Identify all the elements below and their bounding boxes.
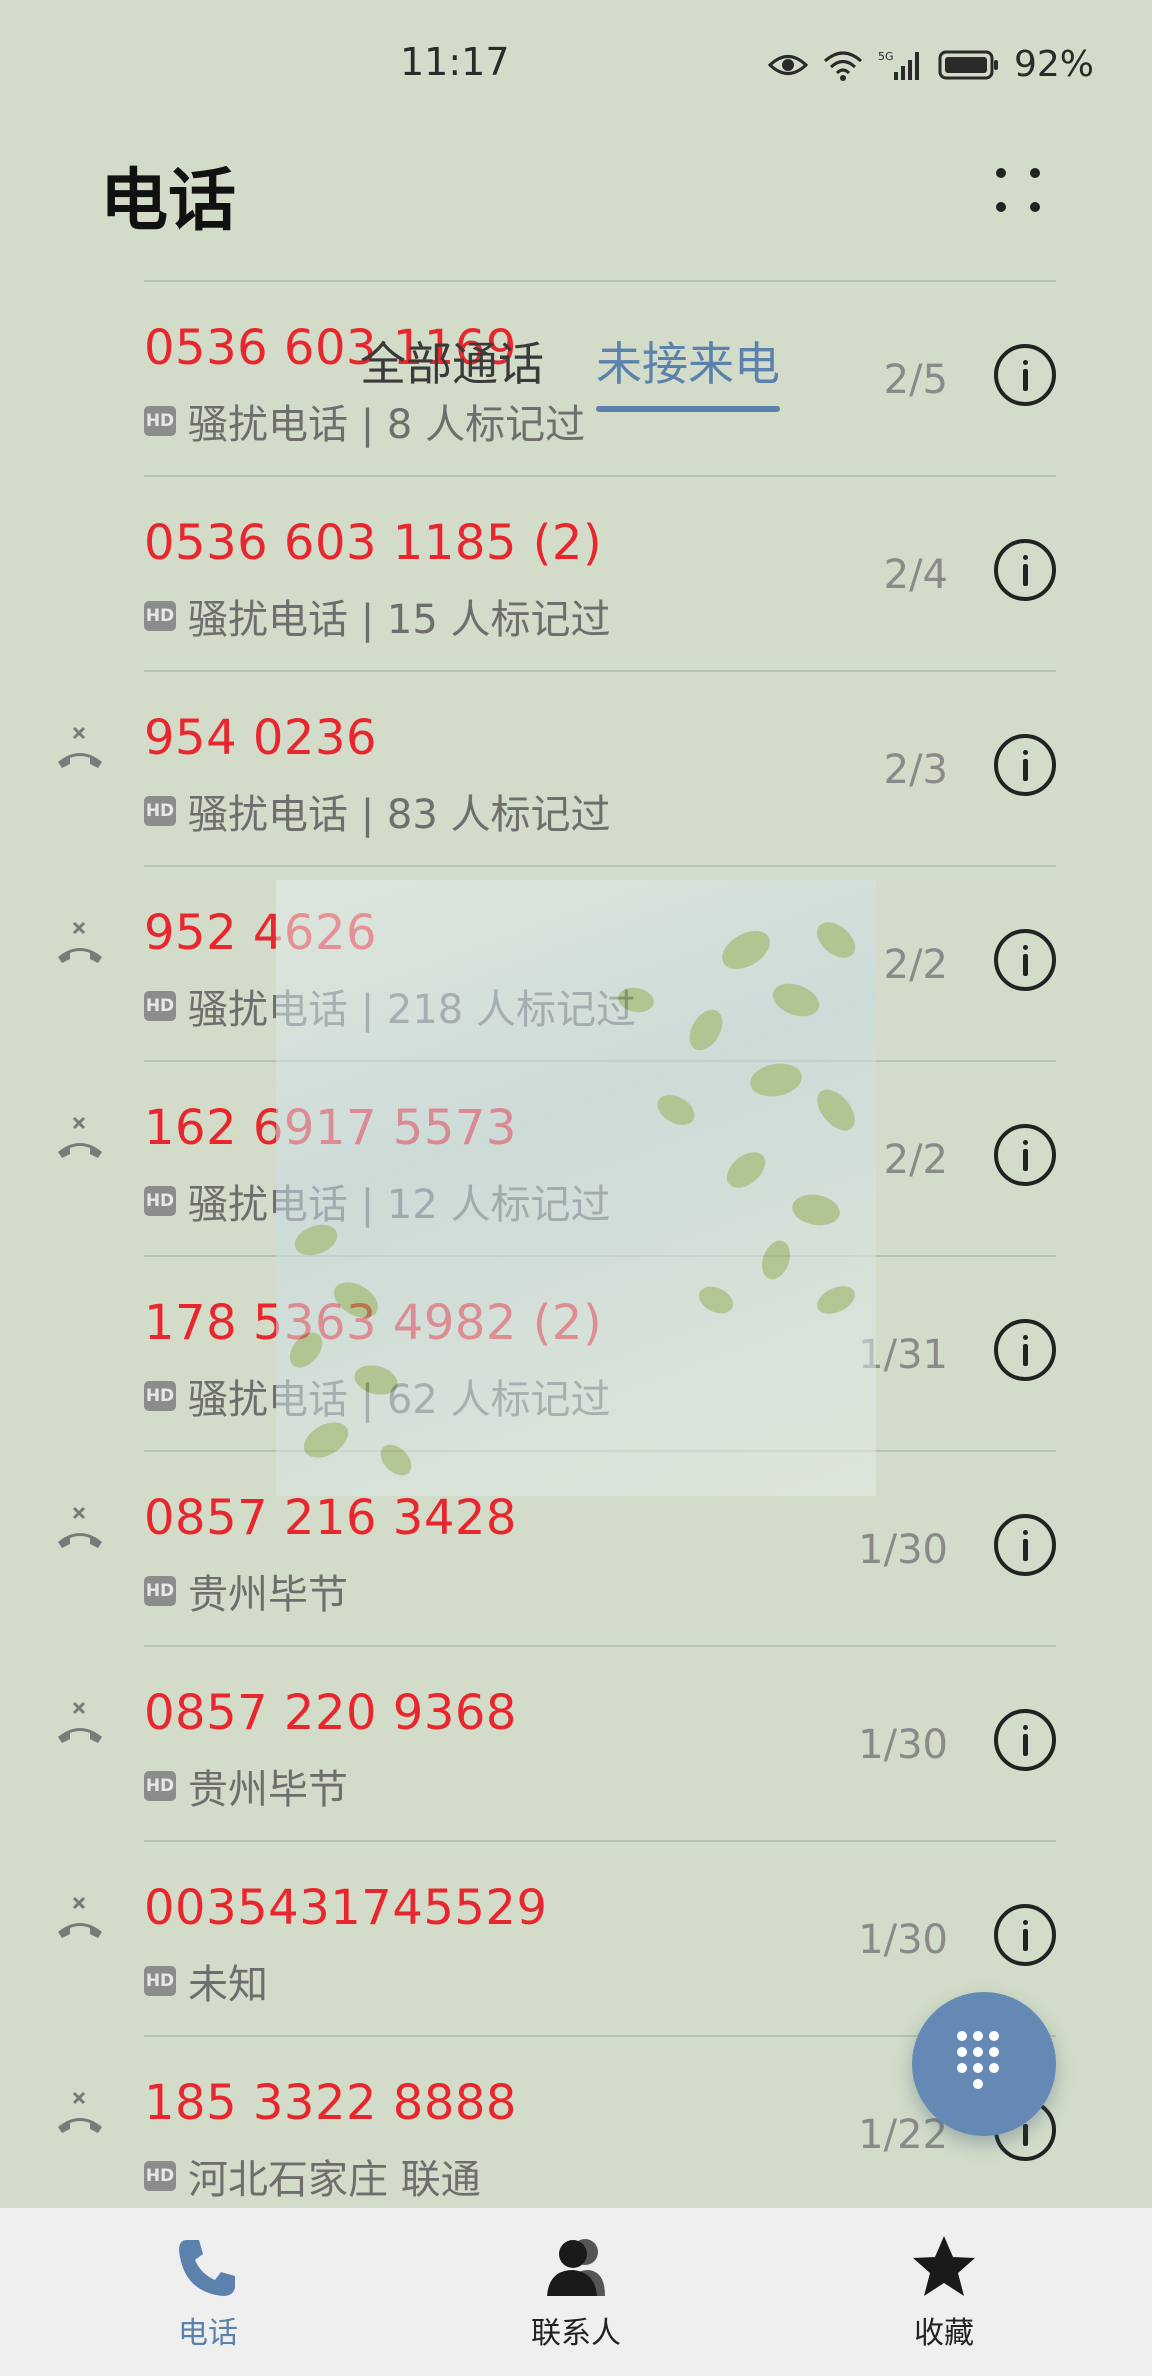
call-label: 骚扰电话 | 15 人标记过 [188,597,611,643]
status-bar: 11:17 5G 92% [0,0,1152,130]
call-row[interactable]: 0035431745529 HD 未知 1/30 [58,1840,1056,2035]
star-icon [913,2236,975,2296]
info-icon[interactable] [994,344,1056,406]
bottom-navigation: 电话 联系人 收藏 [0,2208,1152,2376]
tab-missed-calls[interactable]: 未接来电 [596,328,780,412]
hd-badge: HD [144,1186,176,1216]
info-icon[interactable] [994,539,1056,601]
contacts-icon [547,2239,605,2296]
phone-icon [179,2240,235,2296]
call-date: 1/22 [858,2112,948,2158]
call-date: 1/30 [858,1722,948,1768]
dialpad-dot [973,2079,983,2089]
hd-badge: HD [144,2161,176,2191]
nav-favorites-label: 收藏 [914,2316,974,2351]
call-detail: HD 河北石家庄 联通 [144,2147,481,2205]
call-detail: HD 骚扰电话 | 83 人标记过 [144,782,611,840]
call-date: 2/3 [883,747,948,793]
wifi-icon [823,51,862,81]
dialpad-dot [957,2063,967,2073]
dialpad-dot [989,2031,999,2041]
missed-call-icon [58,1896,102,1938]
call-filter-tabs: 全部通话 未接来电 [360,328,780,412]
nav-phone[interactable]: 电话 [108,2232,308,2352]
missed-call-icon [58,2091,102,2133]
dialpad-dot [957,2031,967,2041]
hd-badge: HD [144,991,176,1021]
call-label: 未知 [188,1962,268,2008]
call-number: 954 0236 [144,710,378,766]
dialpad-dot [973,2047,983,2057]
call-date: 1/30 [858,1527,948,1573]
call-number: 0857 220 9368 [144,1685,517,1741]
phone-app-screen: 11:17 5G 92% 电话 全部通话 未接来电 0536 603 1169 … [0,0,1152,2376]
info-icon[interactable] [994,1709,1056,1771]
battery-percent: 92% [1013,44,1094,85]
call-label: 贵州毕节 [188,1572,348,1618]
call-label: 贵州毕节 [188,1767,348,1813]
hd-badge: HD [144,796,176,826]
missed-call-icon [58,1506,102,1548]
dialpad-button[interactable] [912,1992,1056,2136]
call-label: 河北石家庄 联通 [188,2157,481,2203]
hd-badge: HD [144,406,176,436]
call-detail: HD 贵州毕节 [144,1757,348,1815]
call-date: 2/5 [883,357,948,403]
hd-badge: HD [144,601,176,631]
call-detail: HD 贵州毕节 [144,1562,348,1620]
eye-icon [767,54,808,75]
status-icons: 5G 92% [767,44,1094,85]
call-detail: HD 骚扰电话 | 8 人标记过 [144,392,585,450]
tab-all-calls[interactable]: 全部通话 [360,328,544,394]
battery-icon [938,50,998,79]
call-row[interactable]: 954 0236 HD 骚扰电话 | 83 人标记过 2/3 [58,670,1056,865]
hd-badge: HD [144,1381,176,1411]
dialpad-dot [989,2063,999,2073]
page-title: 电话 [100,162,237,241]
call-number: 0536 603 1185 (2) [144,515,603,571]
call-row[interactable]: 0857 220 9368 HD 贵州毕节 1/30 [58,1645,1056,1840]
status-time: 11:17 [400,40,510,84]
dialpad-dot [957,2047,967,2057]
call-date: 2/4 [883,552,948,598]
call-number: 0857 216 3428 [144,1490,517,1546]
info-icon[interactable] [994,929,1056,991]
hd-badge: HD [144,1966,176,1996]
svg-text:5G: 5G [878,50,894,63]
leaf-photo-overlay [276,880,876,1496]
more-options-button[interactable] [990,160,1050,220]
missed-call-icon [58,1116,102,1158]
nav-contacts[interactable]: 联系人 [476,2232,676,2352]
hd-badge: HD [144,1771,176,1801]
info-icon[interactable] [994,1514,1056,1576]
call-number: 185 3322 8888 [144,2075,517,2131]
call-row[interactable]: 0536 603 1185 (2) HD 骚扰电话 | 15 人标记过 2/4 [144,475,1056,670]
nav-favorites[interactable]: 收藏 [844,2232,1044,2352]
dialpad-dot [989,2047,999,2057]
call-date: 1/30 [858,1917,948,1963]
info-icon[interactable] [994,1904,1056,1966]
missed-call-icon [58,921,102,963]
call-number: 0035431745529 [144,1880,548,1936]
missed-call-icon [58,726,102,768]
info-icon[interactable] [994,1319,1056,1381]
nav-contacts-label: 联系人 [531,2316,621,2351]
info-icon[interactable] [994,734,1056,796]
dialpad-dot [973,2063,983,2073]
hd-badge: HD [144,1576,176,1606]
call-label: 骚扰电话 | 83 人标记过 [188,792,611,838]
dialpad-dot [973,2031,983,2041]
call-label: 骚扰电话 | 8 人标记过 [188,402,586,448]
nav-phone-label: 电话 [178,2316,238,2351]
call-date: 2/2 [883,942,948,988]
missed-call-icon [58,1701,102,1743]
signal-icon: 5G [878,50,919,80]
leaf-image [289,922,856,1476]
call-date: 2/2 [883,1137,948,1183]
call-detail: HD 骚扰电话 | 15 人标记过 [144,587,611,645]
call-detail: HD 未知 [144,1952,268,2010]
info-icon[interactable] [994,1124,1056,1186]
